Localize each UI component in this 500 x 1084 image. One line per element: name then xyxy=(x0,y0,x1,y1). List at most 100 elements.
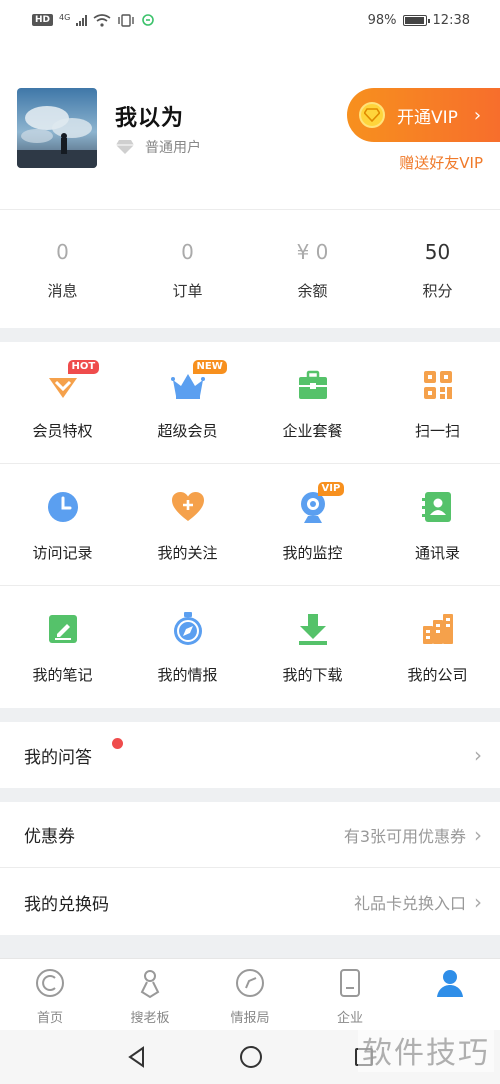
home-icon[interactable] xyxy=(239,1045,263,1069)
grid-item-label: 访问记录 xyxy=(32,544,93,562)
grid-item-label: 我的监控 xyxy=(282,544,343,562)
stat-value: 0 xyxy=(56,240,69,264)
tab-intel-bureau[interactable]: 情报局 xyxy=(200,959,300,1030)
chevron-right-icon: › xyxy=(474,743,482,767)
unread-dot xyxy=(112,738,123,749)
clock-icon xyxy=(46,490,80,524)
tab-label: 企业 xyxy=(336,1011,363,1026)
stat-label: 订单 xyxy=(172,282,203,300)
stat-label: 消息 xyxy=(47,282,78,300)
grid-item-contacts[interactable]: 通讯录 xyxy=(375,464,500,585)
watermark: 软件技巧 xyxy=(358,1028,494,1072)
vip-coin-icon xyxy=(359,102,385,128)
stat-value: 50 xyxy=(424,240,451,264)
redeem-code-row[interactable]: 我的兑换码 礼品卡兑换入口 › xyxy=(0,869,500,935)
tab-label: 搜老板 xyxy=(130,1011,170,1026)
grid-item-label: 我的情报 xyxy=(157,666,218,684)
user-icon xyxy=(437,970,463,997)
grid-item-my-intel[interactable]: 我的情报 xyxy=(125,586,250,708)
note-edit-icon xyxy=(46,612,80,646)
tab-label: 情报局 xyxy=(230,1011,270,1026)
heart-plus-icon xyxy=(171,490,205,524)
briefcase-icon xyxy=(296,368,330,402)
row-label: 我的兑换码 xyxy=(24,894,109,915)
status-left: HD 4G xyxy=(32,13,155,27)
grid-item-my-company[interactable]: 我的公司 xyxy=(375,586,500,708)
intel-icon xyxy=(236,969,264,997)
clock-time: 12:38 xyxy=(432,12,470,28)
chevron-right-icon: › xyxy=(473,104,482,126)
hot-badge: HOT xyxy=(67,360,100,374)
gift-vip-link[interactable]: 赠送好友VIP xyxy=(399,152,483,173)
grid-item-label: 会员特权 xyxy=(32,422,93,440)
member-level: 普通用户 xyxy=(115,137,201,157)
grid-row: 我的笔记 我的情报 我的下载 我的公司 xyxy=(0,586,500,708)
grid-item-label: 超级会员 xyxy=(157,422,218,440)
redeem-detail: 礼品卡兑换入口 xyxy=(353,894,466,913)
grid-item-visit-history[interactable]: 访问记录 xyxy=(0,464,125,585)
member-privilege-icon: HOT xyxy=(46,360,100,402)
grid-item-my-monitor[interactable]: VIP 我的监控 xyxy=(250,464,375,585)
stats-bar: 0 消息 0 订单 ¥ 0 余额 50 积分 xyxy=(0,210,500,328)
tab-label: 首页 xyxy=(36,1011,63,1026)
stat-balance[interactable]: ¥ 0 余额 xyxy=(250,210,375,328)
tab-profile[interactable] xyxy=(400,959,500,1030)
grid-item-label: 我的关注 xyxy=(157,544,218,562)
feature-grid: HOT 会员特权 NEW 超级会员 企业套餐 扫一扫 访问记录 我的关注 VIP… xyxy=(0,342,500,708)
row-label: 我的问答 xyxy=(24,747,92,768)
open-vip-label: 开通VIP xyxy=(397,107,458,128)
status-right: 98% 12:38 xyxy=(368,13,470,28)
grid-item-super-member[interactable]: NEW 超级会员 xyxy=(125,342,250,463)
download-icon xyxy=(296,612,330,646)
qr-scan-icon xyxy=(421,368,455,402)
grid-item-label: 扫一扫 xyxy=(414,422,460,440)
my-qa-row[interactable]: 我的问答 › xyxy=(0,722,500,788)
row-label: 优惠券 xyxy=(24,827,75,847)
app-notification-icon xyxy=(142,14,155,26)
battery-percent: 98% xyxy=(367,12,397,28)
grid-item-label: 我的公司 xyxy=(407,666,468,684)
profile-header: 我以为 普通用户 开通VIP › 赠送好友VIP xyxy=(0,80,500,208)
section-gap xyxy=(0,328,500,342)
grid-item-label: 我的下载 xyxy=(282,666,343,684)
contacts-icon xyxy=(421,490,455,524)
section-gap xyxy=(0,708,500,722)
bottom-tab-bar: 首页 搜老板 情报局 企业 xyxy=(0,958,500,1030)
grid-item-my-notes[interactable]: 我的笔记 xyxy=(0,586,125,708)
chevron-right-icon: › xyxy=(474,890,482,914)
new-badge: NEW xyxy=(192,360,227,374)
stat-label: 余额 xyxy=(297,282,328,300)
avatar[interactable] xyxy=(17,88,97,168)
compass-icon xyxy=(171,612,205,646)
back-icon[interactable] xyxy=(126,1046,148,1068)
buildings-icon xyxy=(421,612,455,646)
grid-item-my-follows[interactable]: 我的关注 xyxy=(125,464,250,585)
grid-item-enterprise-package[interactable]: 企业套餐 xyxy=(250,342,375,463)
battery-fill xyxy=(404,16,425,24)
stat-points[interactable]: 50 积分 xyxy=(375,210,500,328)
wifi-icon xyxy=(93,13,111,27)
tab-search-boss[interactable]: 搜老板 xyxy=(100,959,200,1030)
battery-icon xyxy=(402,14,430,26)
row-right: 礼品卡兑换入口 › xyxy=(354,890,482,914)
grid-row: HOT 会员特权 NEW 超级会员 企业套餐 扫一扫 xyxy=(0,342,500,464)
grid-item-member-privilege[interactable]: HOT 会员特权 xyxy=(0,342,125,463)
row-right: › xyxy=(474,743,482,767)
network-type: 4G xyxy=(59,13,71,22)
search-boss-icon xyxy=(140,970,160,999)
coupon-row[interactable]: 优惠券 有3张可用优惠券 › xyxy=(0,802,500,868)
stat-value: ¥ 0 xyxy=(296,240,329,264)
tab-enterprise[interactable]: 企业 xyxy=(300,959,400,1030)
grid-item-my-downloads[interactable]: 我的下载 xyxy=(250,586,375,708)
grid-item-scan[interactable]: 扫一扫 xyxy=(375,342,500,463)
crown-icon: NEW xyxy=(170,360,227,402)
vip-badge: VIP xyxy=(317,482,345,496)
tab-home[interactable]: 首页 xyxy=(0,959,100,1030)
hd-indicator: HD xyxy=(32,14,54,26)
open-vip-button[interactable]: 开通VIP › xyxy=(347,88,500,142)
stat-messages[interactable]: 0 消息 xyxy=(0,210,125,328)
stat-orders[interactable]: 0 订单 xyxy=(125,210,250,328)
username: 我以为 xyxy=(115,105,185,131)
stat-value: 0 xyxy=(181,240,194,264)
enterprise-icon xyxy=(340,969,360,997)
